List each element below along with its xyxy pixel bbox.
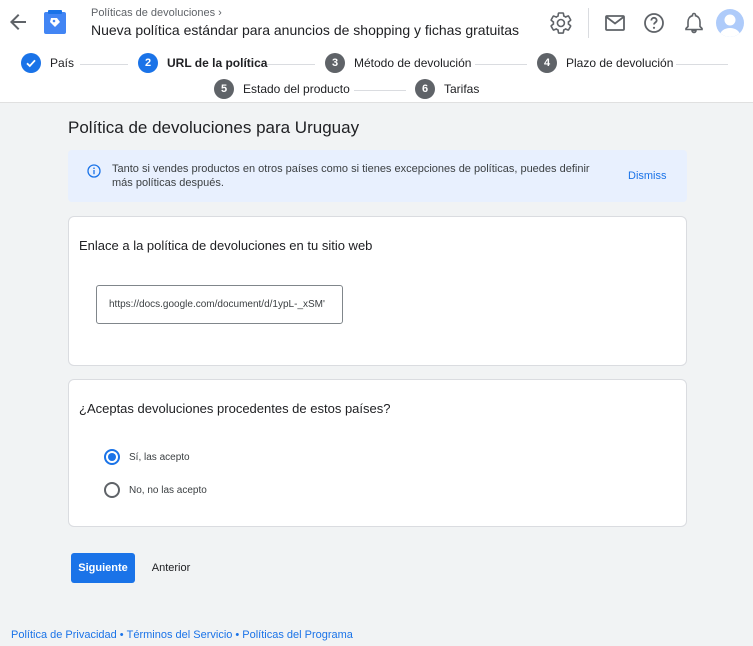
check-icon — [21, 53, 41, 73]
step-url-politica[interactable]: 2 URL de la política — [138, 53, 267, 73]
step-plazo-devolucion[interactable]: 4 Plazo de devolución — [537, 53, 673, 73]
step-label: URL de la política — [167, 56, 268, 70]
step-number: 2 — [138, 53, 158, 73]
step-connector — [475, 64, 527, 65]
breadcrumb[interactable]: Políticas de devoluciones › — [91, 7, 222, 19]
radio-accept-yes[interactable]: Sí, las acepto — [104, 449, 190, 465]
footer-separator: • — [235, 629, 240, 641]
step-connector — [265, 64, 315, 65]
step-label: Plazo de devolución — [566, 56, 674, 70]
page-title: Nueva política estándar para anuncios de… — [91, 22, 520, 38]
settings-icon[interactable] — [549, 11, 573, 35]
progress-stepper: País 2 URL de la política 3 Método de de… — [0, 48, 753, 103]
avatar[interactable] — [716, 9, 744, 37]
section-title: Política de devoluciones para Uruguay — [68, 118, 360, 137]
footer-links: Política de Privacidad • Términos del Serv… — [11, 629, 353, 641]
breadcrumb-label[interactable]: Políticas de devoluciones — [91, 7, 215, 19]
info-banner: Tanto si vendes productos en otros paíse… — [68, 150, 687, 202]
step-label: Tarifas — [444, 82, 480, 96]
privacy-policy-link[interactable]: Política de Privacidad — [11, 629, 117, 641]
step-label: País — [50, 56, 75, 70]
radio-checked-icon[interactable] — [104, 449, 120, 465]
step-label: Método de devolución — [354, 56, 472, 70]
program-policies-link[interactable]: Políticas del Programa — [242, 629, 353, 641]
step-metodo-devolucion[interactable]: 3 Método de devolución — [325, 53, 471, 73]
step-number: 4 — [537, 53, 557, 73]
chevron-right-icon: › — [218, 7, 222, 19]
footer-separator: • — [119, 629, 124, 641]
step-number: 6 — [415, 79, 435, 99]
previous-button[interactable]: Anterior — [142, 553, 200, 583]
accept-returns-card-title: ¿Aceptas devoluciones procedentes de est… — [79, 401, 391, 416]
radio-label: No, no las acepto — [129, 484, 207, 496]
step-estado-producto[interactable]: 5 Estado del producto — [214, 79, 350, 99]
radio-unchecked-icon[interactable] — [104, 482, 120, 498]
info-banner-text: Tanto si vendes productos en otros paíse… — [112, 163, 590, 189]
accept-returns-card: ¿Aceptas devoluciones procedentes de est… — [68, 379, 687, 527]
merchant-center-logo — [44, 10, 66, 34]
step-connector — [80, 64, 128, 65]
step-tarifas[interactable]: 6 Tarifas — [415, 79, 479, 99]
step-label: Estado del producto — [243, 82, 350, 96]
app-header: Políticas de devoluciones › Nueva polític… — [0, 0, 753, 48]
next-button[interactable]: Siguiente — [71, 553, 135, 583]
dismiss-button[interactable]: Dismiss — [628, 170, 667, 182]
user-avatar-icon — [719, 14, 741, 37]
help-icon[interactable] — [642, 11, 666, 35]
info-icon — [87, 164, 101, 178]
terms-of-service-link[interactable]: Términos del Servicio — [127, 629, 233, 641]
step-connector — [676, 64, 728, 65]
policy-url-card: Enlace a la política de devoluciones en … — [68, 216, 687, 366]
mail-icon[interactable] — [603, 11, 627, 35]
radio-label: Sí, las acepto — [129, 451, 190, 463]
notifications-icon[interactable] — [682, 11, 706, 35]
radio-accept-no[interactable]: No, no las acepto — [104, 482, 207, 498]
back-arrow-icon[interactable] — [6, 10, 30, 34]
policy-url-input[interactable] — [96, 285, 343, 324]
policy-url-card-title: Enlace a la política de devoluciones en … — [79, 238, 373, 253]
step-number: 5 — [214, 79, 234, 99]
step-number: 3 — [325, 53, 345, 73]
step-connector — [354, 90, 406, 91]
header-divider — [588, 8, 589, 38]
step-pais[interactable]: País — [21, 53, 74, 73]
